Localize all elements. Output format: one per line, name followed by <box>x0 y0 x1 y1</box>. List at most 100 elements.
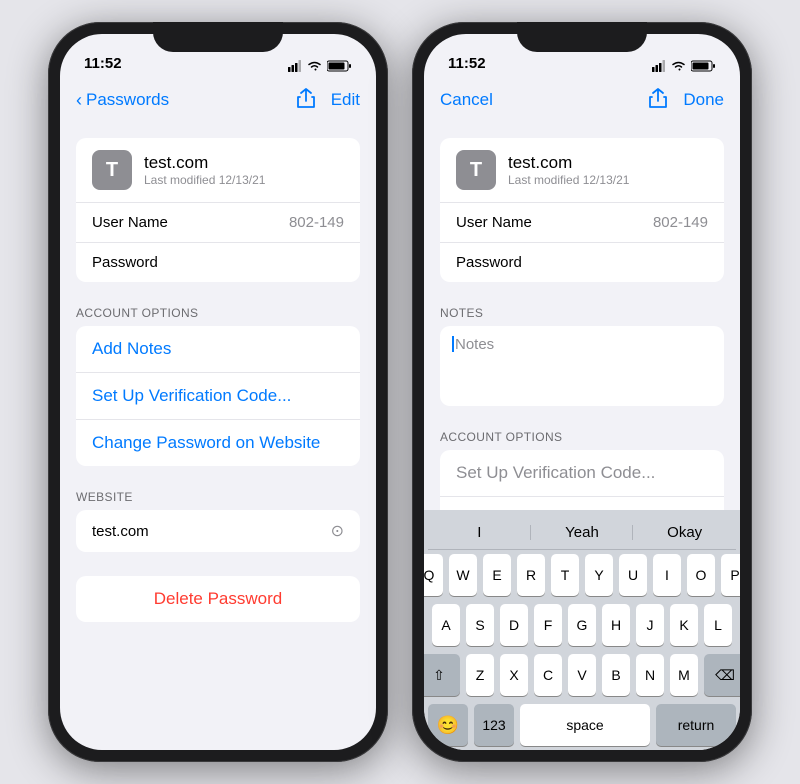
wifi-icon <box>307 60 322 72</box>
key-m[interactable]: M <box>670 654 698 696</box>
username-value-1: 802-149 <box>192 214 344 231</box>
share-icon-2[interactable] <box>649 88 667 113</box>
suggestion-i[interactable]: I <box>428 520 531 545</box>
cancel-button-2[interactable]: Cancel <box>440 90 493 110</box>
cursor-2 <box>452 336 454 352</box>
key-y[interactable]: Y <box>585 554 613 596</box>
delete-section-1: Delete Password <box>60 576 376 622</box>
username-row-1[interactable]: User Name 802-149 <box>76 202 360 242</box>
space-key[interactable]: space <box>520 704 650 746</box>
key-q[interactable]: Q <box>424 554 443 596</box>
username-row-2[interactable]: User Name 802-149 <box>440 202 724 242</box>
delete-card-1: Delete Password <box>76 576 360 622</box>
status-icons-1 <box>288 60 352 72</box>
notes-section-label-2: NOTES <box>424 306 740 320</box>
key-row-2: A S D F G H J K L <box>428 604 736 646</box>
suggestion-yeah[interactable]: Yeah <box>531 520 634 545</box>
add-notes-btn-1[interactable]: Add Notes <box>76 326 360 372</box>
keyboard-rows-2: Q W E R T Y U I O P A S D F G <box>428 554 736 746</box>
screen-1: 11:52 <box>60 34 376 750</box>
keyboard-2: I Yeah Okay Q W E R T Y U I O P <box>424 510 740 750</box>
key-a[interactable]: A <box>432 604 460 646</box>
back-label-1[interactable]: Passwords <box>86 90 169 110</box>
key-w[interactable]: W <box>449 554 477 596</box>
site-header-2: T test.com Last modified 12/13/21 <box>440 138 724 202</box>
key-n[interactable]: N <box>636 654 664 696</box>
website-row-1[interactable]: test.com ⊙ <box>76 510 360 552</box>
site-name-2: test.com <box>508 153 708 173</box>
username-value-2: 802-149 <box>556 214 708 231</box>
key-e[interactable]: E <box>483 554 511 596</box>
key-c[interactable]: C <box>534 654 562 696</box>
return-key[interactable]: return <box>656 704 736 746</box>
key-v[interactable]: V <box>568 654 596 696</box>
back-button-1[interactable]: ‹ Passwords <box>76 90 169 110</box>
key-z[interactable]: Z <box>466 654 494 696</box>
key-g[interactable]: G <box>568 604 596 646</box>
key-r[interactable]: R <box>517 554 545 596</box>
key-s[interactable]: S <box>466 604 494 646</box>
key-o[interactable]: O <box>687 554 715 596</box>
delete-button-1[interactable]: Delete Password <box>76 576 360 622</box>
emoji-key[interactable]: 😊 <box>428 704 468 746</box>
site-header-1: T test.com Last modified 12/13/21 <box>76 138 360 202</box>
phone-1: 11:52 <box>48 22 388 762</box>
back-chevron-1: ‹ <box>76 91 82 109</box>
status-time-2: 11:52 <box>448 55 486 72</box>
change-password-btn-1[interactable]: Change Password on Website <box>76 419 360 466</box>
edit-button-1[interactable]: Edit <box>331 90 360 110</box>
keyboard-suggestions-2: I Yeah Okay <box>428 516 736 550</box>
shift-key[interactable]: ⇧ <box>424 654 460 696</box>
site-card-1: T test.com Last modified 12/13/21 User N… <box>76 138 360 282</box>
key-i[interactable]: I <box>653 554 681 596</box>
notch-2 <box>517 22 647 52</box>
status-icons-2 <box>652 60 716 72</box>
key-h[interactable]: H <box>602 604 630 646</box>
key-u[interactable]: U <box>619 554 647 596</box>
site-icon-1: T <box>92 150 132 190</box>
delete-key[interactable]: ⌫ <box>704 654 740 696</box>
key-row-3: ⇧ Z X C V B N M ⌫ <box>428 654 736 696</box>
key-x[interactable]: X <box>500 654 528 696</box>
phone-2: 11:52 <box>412 22 752 762</box>
password-row-2[interactable]: Password <box>440 242 724 282</box>
key-b[interactable]: B <box>602 654 630 696</box>
key-l[interactable]: L <box>704 604 732 646</box>
password-label-2: Password <box>456 254 556 271</box>
notch-1 <box>153 22 283 52</box>
account-options-card-2: Set Up Verification Code... Change Passw… <box>440 450 724 510</box>
key-row-1: Q W E R T Y U I O P <box>428 554 736 596</box>
notes-section-2: NOTES Notes <box>424 306 740 406</box>
compass-icon-1: ⊙ <box>331 521 344 541</box>
site-info-2: test.com Last modified 12/13/21 <box>508 153 708 187</box>
nav-bar-2: Cancel Done <box>424 78 740 122</box>
site-icon-2: T <box>456 150 496 190</box>
notes-placeholder-2[interactable]: Notes <box>455 336 494 353</box>
site-info-1: test.com Last modified 12/13/21 <box>144 153 344 187</box>
numbers-key[interactable]: 123 <box>474 704 514 746</box>
site-card-2: T test.com Last modified 12/13/21 User N… <box>440 138 724 282</box>
website-label-1: WEBSITE <box>60 490 376 504</box>
key-k[interactable]: K <box>670 604 698 646</box>
key-j[interactable]: J <box>636 604 664 646</box>
setup-verification-btn-2[interactable]: Set Up Verification Code... <box>440 450 724 496</box>
site-modified-2: Last modified 12/13/21 <box>508 173 708 187</box>
key-f[interactable]: F <box>534 604 562 646</box>
password-row-1[interactable]: Password <box>76 242 360 282</box>
key-p[interactable]: P <box>721 554 740 596</box>
battery-icon <box>327 60 352 72</box>
share-icon-1[interactable] <box>297 88 315 113</box>
done-button-2[interactable]: Done <box>683 90 724 110</box>
signal-icon-2 <box>652 60 666 72</box>
key-t[interactable]: T <box>551 554 579 596</box>
key-d[interactable]: D <box>500 604 528 646</box>
status-time-1: 11:52 <box>84 55 122 72</box>
site-name-1: test.com <box>144 153 344 173</box>
suggestion-okay[interactable]: Okay <box>633 520 736 545</box>
site-section-2: T test.com Last modified 12/13/21 User N… <box>424 138 740 282</box>
setup-verification-btn-1[interactable]: Set Up Verification Code... <box>76 372 360 419</box>
change-password-btn-2[interactable]: Change Password on Website <box>440 496 724 510</box>
site-section-1: T test.com Last modified 12/13/21 User N… <box>60 138 376 282</box>
account-options-card-1: Add Notes Set Up Verification Code... Ch… <box>76 326 360 466</box>
battery-icon-2 <box>691 60 716 72</box>
